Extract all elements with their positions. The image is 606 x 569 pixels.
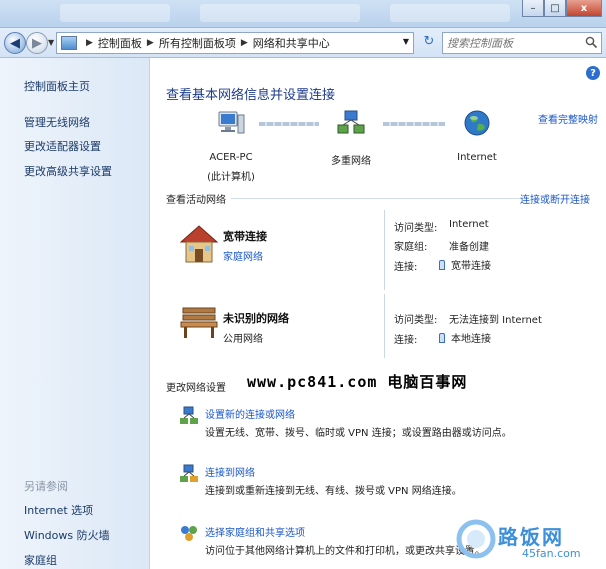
page-title: 查看基本网络信息并设置连接 [166, 88, 336, 103]
homegroup-value-link[interactable]: 准备创建 [449, 238, 489, 253]
logo-subtitle: 45fan.com [522, 547, 581, 560]
blurred-title-area [390, 4, 510, 22]
blurred-title-area [60, 4, 170, 22]
access-type-label: 访问类型: [394, 223, 438, 234]
search-icon[interactable] [585, 36, 598, 49]
breadcrumb-control-panel[interactable]: 控制面板 [98, 35, 142, 51]
connection-link-text[interactable]: 宽带连接 [451, 261, 491, 272]
network-type: 公用网络 [223, 334, 263, 345]
breadcrumb-network-center[interactable]: 网络和共享中心 [253, 35, 330, 51]
logo-title: 路饭网 [498, 525, 564, 549]
connection-icon [439, 260, 445, 270]
connect-network-icon [180, 464, 198, 482]
network-icon [337, 110, 365, 134]
divider [384, 210, 385, 290]
forward-button[interactable]: ▶ [26, 32, 48, 54]
search-input[interactable] [447, 36, 583, 50]
close-button[interactable]: x [566, 0, 602, 17]
sidebar-item-control-panel-home[interactable]: 控制面板主页 [24, 78, 90, 94]
sidebar-item-firewall[interactable]: Windows 防火墙 [24, 527, 110, 543]
breadcrumb-all-items[interactable]: 所有控制面板项 [159, 35, 236, 51]
chevron-right-icon[interactable]: ▶ [86, 38, 93, 48]
network-name: 未识别的网络 [223, 312, 289, 325]
site-logo: 路饭网 45fan.com [452, 517, 602, 565]
computer-name: ACER-PC [209, 152, 253, 163]
control-panel-icon [61, 36, 77, 50]
address-row: ◀ ▶ ▼ ▶ 控制面板 ▶ 所有控制面板项 ▶ 网络和共享中心 ▼ ↻ [0, 28, 606, 58]
task-description: 设置无线、宽带、拨号、临时或 VPN 连接；或设置路由器或访问点。 [205, 428, 512, 439]
sidebar-item-adapter-settings[interactable]: 更改适配器设置 [24, 138, 101, 154]
forward-arrow-icon: ▶ [32, 35, 42, 51]
title-bar: – □ x [0, 0, 606, 28]
access-type-label: 访问类型: [394, 315, 438, 326]
sidebar-item-internet-options[interactable]: Internet 选项 [24, 502, 93, 518]
search-box[interactable] [442, 32, 602, 54]
connection-link[interactable]: 本地连接 [439, 330, 491, 345]
computer-icon [218, 111, 245, 134]
homegroup-label: 家庭组: [394, 242, 428, 253]
chevron-right-icon[interactable]: ▶ [241, 38, 248, 48]
sidebar-item-manage-wireless[interactable]: 管理无线网络 [24, 114, 90, 130]
active-networks-heading: 查看活动网络 [166, 195, 226, 206]
history-dropdown-icon[interactable]: ▼ [48, 38, 54, 47]
divider [384, 294, 385, 358]
minimize-button[interactable]: – [522, 0, 544, 17]
map-node-computer[interactable] [203, 108, 259, 141]
access-type-value: 无法连接到 Internet [449, 315, 542, 326]
connection-link-text[interactable]: 本地连接 [451, 334, 491, 345]
multiple-networks-label: 多重网络 [331, 156, 371, 167]
sidebar-item-advanced-sharing[interactable]: 更改高级共享设置 [24, 163, 112, 179]
left-pane: 控制面板主页 管理无线网络 更改适配器设置 更改高级共享设置 另请参阅 Inte… [0, 58, 150, 569]
watermark-text: www.pc841.com 电脑百事网 [247, 373, 468, 391]
back-button[interactable]: ◀ [4, 32, 26, 54]
sidebar-item-homegroup[interactable]: 家庭组 [24, 552, 57, 568]
breadcrumb: ▶ 控制面板 ▶ 所有控制面板项 ▶ 网络和共享中心 [81, 35, 330, 51]
bench-icon [180, 307, 218, 338]
task-link[interactable]: 设置新的连接或网络 [205, 406, 295, 421]
connection-link[interactable]: 宽带连接 [439, 257, 491, 272]
connection-label: 连接: [394, 262, 418, 273]
refresh-icon[interactable]: ↻ [418, 34, 440, 52]
globe-icon [464, 110, 490, 136]
blurred-title-area [200, 4, 360, 22]
task-link[interactable]: 连接到网络 [205, 464, 255, 479]
network-name: 宽带连接 [223, 230, 267, 243]
help-icon[interactable]: ? [586, 66, 600, 80]
window-controls: – □ x [522, 0, 602, 17]
map-node-internet[interactable] [449, 108, 505, 141]
task-description: 访问位于其他网络计算机上的文件和打印机，或更改共享设置。 [205, 546, 485, 557]
divider [231, 198, 523, 199]
connect-disconnect-link[interactable]: 连接或断开连接 [520, 191, 590, 206]
chevron-right-icon[interactable]: ▶ [147, 38, 154, 48]
logo-ring-icon [456, 519, 496, 559]
maximize-button[interactable]: □ [544, 0, 566, 17]
map-connection-line [259, 122, 319, 126]
view-full-map-link[interactable]: 查看完整映射 [538, 111, 598, 126]
home-network-icon [179, 225, 219, 263]
address-bar[interactable]: ▶ 控制面板 ▶ 所有控制面板项 ▶ 网络和共享中心 ▼ [56, 32, 414, 54]
access-type-value: Internet [449, 219, 489, 230]
task-link[interactable]: 选择家庭组和共享选项 [205, 524, 305, 539]
main-content: ? 查看基本网络信息并设置连接 查看完整映射 ACER-PC (此计算机) 多重… [151, 58, 606, 569]
back-arrow-icon: ◀ [10, 35, 20, 51]
homegroup-sharing-icon [181, 526, 197, 541]
map-connection-line [383, 122, 445, 126]
internet-label: Internet [457, 152, 497, 163]
task-description: 连接到或重新连接到无线、有线、拨号或 VPN 网络连接。 [205, 486, 462, 497]
network-type-link[interactable]: 家庭网络 [223, 248, 263, 263]
change-settings-heading: 更改网络设置 [166, 383, 226, 394]
map-node-multiple-networks[interactable] [323, 108, 379, 141]
setup-connection-icon [180, 406, 198, 424]
address-dropdown-icon[interactable]: ▼ [403, 37, 409, 46]
see-also-heading: 另请参阅 [24, 480, 68, 493]
computer-sub: (此计算机) [207, 172, 255, 183]
connection-label: 连接: [394, 335, 418, 346]
connection-icon [439, 333, 445, 343]
